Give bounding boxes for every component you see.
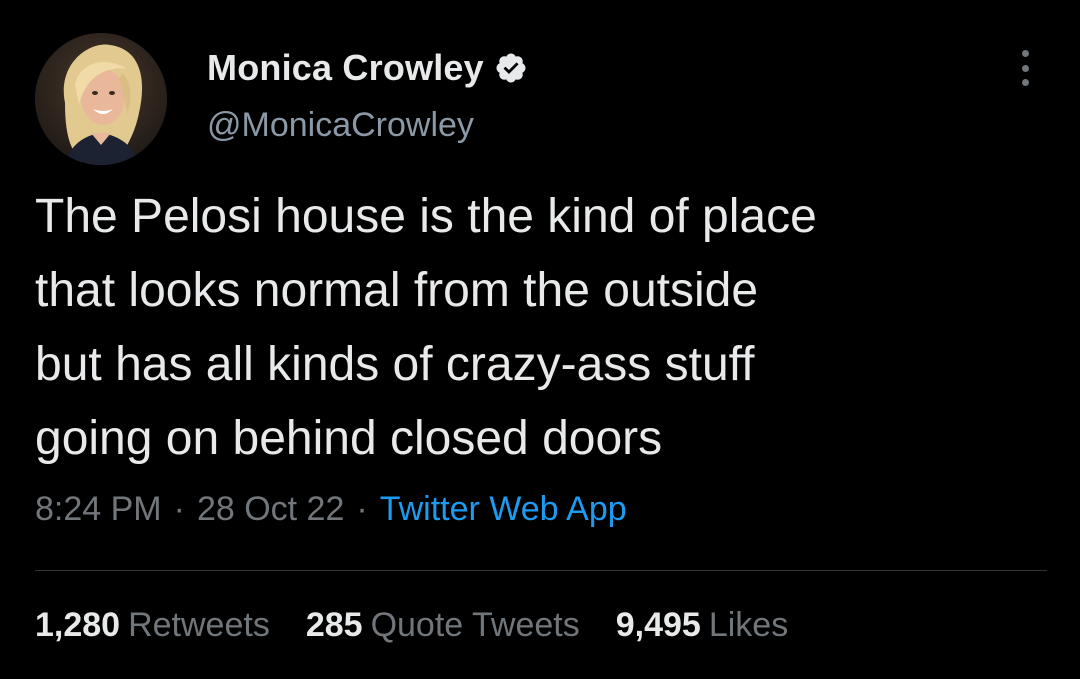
quote-tweets-label: Quote Tweets — [370, 606, 580, 644]
likes-count: 9,495 — [615, 606, 701, 644]
likes-stat[interactable]: 9,495 Likes — [616, 606, 788, 645]
verified-badge-icon — [494, 51, 528, 85]
tweet-meta: 8:24 PM · 28 Oct 22 · Twitter Web App — [35, 490, 627, 529]
more-dot — [1021, 64, 1029, 72]
tweet-text: The Pelosi house is the kind of place th… — [35, 180, 1045, 476]
tweet-text-line: that looks normal from the outside — [35, 264, 759, 317]
avatar[interactable] — [35, 33, 167, 165]
more-dot — [1021, 79, 1029, 86]
avatar-image — [35, 33, 167, 165]
author-display-name[interactable]: Monica Crowley — [207, 47, 484, 89]
divider — [35, 570, 1047, 571]
likes-label: Likes — [708, 606, 789, 644]
tweet-time[interactable]: 8:24 PM — [35, 490, 162, 528]
quote-tweets-count: 285 — [305, 606, 363, 644]
tweet-text-line: but has all kinds of crazy-ass stuff — [35, 338, 755, 391]
meta-separator: · — [356, 490, 368, 528]
retweets-label: Retweets — [128, 606, 270, 644]
tweet-text-line: The Pelosi house is the kind of place — [35, 190, 817, 243]
tweet-source-link[interactable]: Twitter Web App — [380, 490, 627, 528]
meta-separator: · — [173, 490, 185, 528]
tweet-date[interactable]: 28 Oct 22 — [197, 490, 344, 528]
quote-tweets-stat[interactable]: 285 Quote Tweets — [306, 606, 580, 645]
more-options-icon[interactable] — [1011, 48, 1039, 88]
tweet-text-line: going on behind closed doors — [35, 412, 663, 465]
retweets-count: 1,280 — [35, 606, 121, 644]
author-handle[interactable]: @MonicaCrowley — [207, 106, 474, 145]
retweets-stat[interactable]: 1,280 Retweets — [35, 606, 270, 645]
tweet-stats: 1,280 Retweets 285 Quote Tweets 9,495 Likes — [35, 606, 788, 645]
author-name-row: Monica Crowley — [207, 44, 528, 92]
more-dot — [1021, 50, 1029, 57]
tweet-card: Monica Crowley @MonicaCrowley The Pelosi… — [0, 0, 1080, 679]
